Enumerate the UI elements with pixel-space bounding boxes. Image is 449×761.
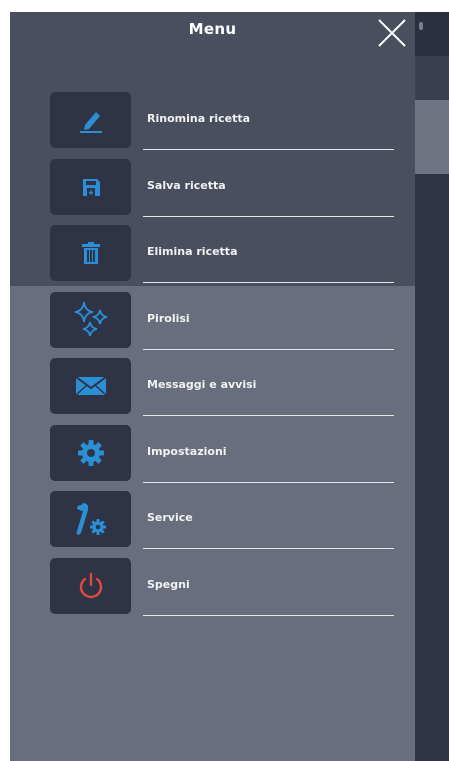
save-icon xyxy=(82,179,100,196)
menu-item-elimina-ricetta[interactable]: Elimina ricetta xyxy=(50,225,405,283)
menu-item-divider xyxy=(143,548,394,549)
menu-item-icon-box xyxy=(50,425,131,481)
power-icon xyxy=(79,572,102,599)
menu-item-label: Messaggi e avvisi xyxy=(147,378,257,391)
envelope-icon xyxy=(74,376,107,396)
menu-item-rinomina-ricetta[interactable]: Rinomina ricetta xyxy=(50,92,405,150)
menu-title: Menu xyxy=(188,20,237,38)
menu-item-pirolisi[interactable]: Pirolisi xyxy=(50,292,405,350)
menu-item-salva-ricetta[interactable]: Salva ricetta xyxy=(50,159,405,217)
menu-drawer: Menu Rinomina ricetta Salva ricetta Elim… xyxy=(10,12,415,761)
menu-item-label: Pirolisi xyxy=(147,312,190,325)
menu-item-icon-box xyxy=(50,225,131,281)
background-edge-marker xyxy=(419,22,423,30)
menu-item-spegni[interactable]: Spegni xyxy=(50,558,405,616)
wrench-gear-icon xyxy=(76,503,106,535)
close-icon xyxy=(378,19,406,47)
menu-item-messaggi-e-avvisi[interactable]: Messaggi e avvisi xyxy=(50,358,405,416)
menu-item-divider xyxy=(143,216,394,217)
menu-item-impostazioni[interactable]: Impostazioni xyxy=(50,425,405,483)
menu-item-divider xyxy=(143,349,394,350)
menu-item-label: Salva ricetta xyxy=(147,179,226,192)
menu-item-service[interactable]: Service xyxy=(50,491,405,549)
trash-icon xyxy=(81,242,100,264)
background-highlight-band xyxy=(415,100,449,174)
menu-item-icon-box xyxy=(50,292,131,348)
menu-item-label: Elimina ricetta xyxy=(147,245,238,258)
menu-item-icon-box xyxy=(50,159,131,215)
menu-item-icon-box xyxy=(50,358,131,414)
menu-item-label: Service xyxy=(147,511,193,524)
gear-icon xyxy=(77,440,104,466)
menu-item-icon-box xyxy=(50,92,131,148)
menu-item-divider xyxy=(143,615,394,616)
menu-item-label: Spegni xyxy=(147,578,190,591)
menu-item-divider xyxy=(143,149,394,150)
menu-item-divider xyxy=(143,282,394,283)
background-header-band xyxy=(415,56,449,100)
pencil-icon xyxy=(79,112,102,133)
screen: Menu Rinomina ricetta Salva ricetta Elim… xyxy=(10,12,449,761)
menu-item-label: Rinomina ricetta xyxy=(147,112,251,125)
menu-item-divider xyxy=(143,482,394,483)
menu-item-icon-box xyxy=(50,558,131,614)
menu-item-label: Impostazioni xyxy=(147,445,227,458)
sparkle-icon xyxy=(74,301,107,337)
menu-item-icon-box xyxy=(50,491,131,547)
background-content xyxy=(415,174,449,761)
background-app xyxy=(415,12,449,761)
close-button[interactable] xyxy=(376,17,408,49)
menu-item-divider xyxy=(143,415,394,416)
